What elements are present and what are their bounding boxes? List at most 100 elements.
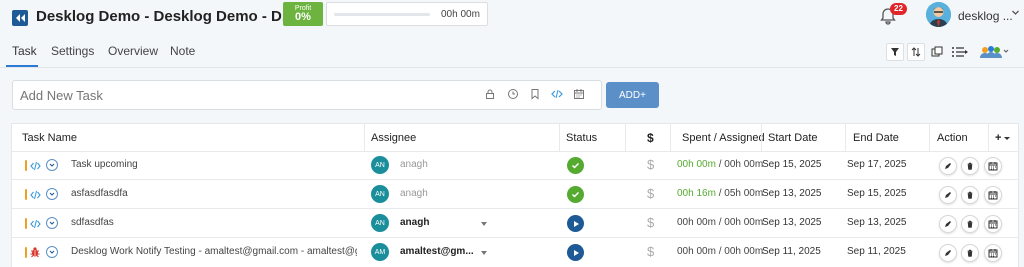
start-date[interactable]: Sep 13, 2025 xyxy=(762,188,822,199)
billable-dollar[interactable]: $ xyxy=(647,157,654,172)
edit-icon xyxy=(945,192,951,198)
copy-button[interactable] xyxy=(928,43,946,61)
spent-assigned: 00h 16m / 05h 00m xyxy=(677,188,764,199)
time-spent: 00h 00m xyxy=(677,159,716,170)
tab-settings[interactable]: Settings xyxy=(51,44,94,64)
schedule-button[interactable] xyxy=(984,157,1002,175)
add-column-button[interactable]: + xyxy=(995,123,1011,152)
delete-icon xyxy=(967,162,973,170)
assignee-name[interactable]: anagh xyxy=(400,188,428,199)
user-name[interactable]: desklog ... xyxy=(958,9,1013,23)
avatar[interactable] xyxy=(926,2,951,27)
sort-icon xyxy=(911,47,921,57)
add-task-button[interactable]: ADD+ xyxy=(606,82,659,108)
status-start-button[interactable] xyxy=(567,244,584,261)
edit-icon xyxy=(945,250,951,256)
table-row[interactable]: sdfasdfas AN anagh $00h 00m / 00h 00m Sep 13… xyxy=(0,209,1024,238)
end-date[interactable]: Sep 15, 2025 xyxy=(847,188,907,199)
tab-note[interactable]: Note xyxy=(170,44,195,64)
calendar-icon[interactable] xyxy=(573,88,585,100)
table-row[interactable]: asfasdfasdfa AN anagh $00h 16m / 05h 00m Sep… xyxy=(0,180,1024,209)
add-task-input[interactable] xyxy=(14,82,474,108)
end-date[interactable]: Sep 11, 2025 xyxy=(847,246,906,257)
priority-marker xyxy=(25,189,27,200)
play-icon xyxy=(573,220,579,227)
status-completed[interactable] xyxy=(567,157,584,174)
profit-value: 0% xyxy=(295,11,311,23)
billable-dollar[interactable]: $ xyxy=(647,215,654,230)
time-assigned: 05h 00m xyxy=(724,188,764,199)
edit-button[interactable] xyxy=(939,215,957,233)
delete-button[interactable] xyxy=(961,157,979,175)
filter-button[interactable] xyxy=(886,43,904,61)
clock-icon[interactable] xyxy=(507,88,519,100)
end-date[interactable]: Sep 13, 2025 xyxy=(847,217,907,228)
start-date[interactable]: Sep 13, 2025 xyxy=(762,217,822,228)
sort-button[interactable] xyxy=(907,43,925,61)
tab-overview[interactable]: Overview xyxy=(108,44,158,64)
col-start-date: Start Date xyxy=(768,131,818,144)
edit-button[interactable] xyxy=(939,186,957,204)
status-completed[interactable] xyxy=(567,186,584,203)
schedule-button[interactable] xyxy=(984,215,1002,233)
schedule-button[interactable] xyxy=(984,186,1002,204)
edit-button[interactable] xyxy=(939,244,957,262)
chevron-down-icon xyxy=(49,250,55,254)
spent-assigned: 00h 00m / 00h 00m xyxy=(677,217,764,228)
task-name[interactable]: asfasdfasdfa xyxy=(71,188,357,199)
edit-button[interactable] xyxy=(939,157,957,175)
expand-subtasks-button[interactable] xyxy=(46,217,58,229)
col-separator xyxy=(625,123,626,152)
start-date[interactable]: Sep 11, 2025 xyxy=(762,246,821,257)
edit-icon xyxy=(945,221,951,227)
code-icon xyxy=(30,218,41,229)
assignee-name[interactable]: anagh xyxy=(400,217,429,228)
filter-icon xyxy=(891,48,899,56)
col-separator xyxy=(670,123,671,152)
avatar-person-icon xyxy=(926,2,951,27)
table-row[interactable]: Desklog Work Notify Testing - amaltest@g… xyxy=(0,238,1024,267)
delete-button[interactable] xyxy=(961,186,979,204)
add-column-label: + xyxy=(995,131,1002,144)
bookmark-icon[interactable] xyxy=(529,88,541,100)
task-name[interactable]: Task upcoming xyxy=(71,159,357,170)
task-name[interactable]: Desklog Work Notify Testing - amaltest@g… xyxy=(71,246,357,257)
table-row[interactable]: Task upcoming AN anagh $00h 00m / 00h 00m Se… xyxy=(0,151,1024,180)
expand-subtasks-button[interactable] xyxy=(46,159,58,171)
time-assigned: 00h 00m xyxy=(724,217,764,228)
billable-dollar[interactable]: $ xyxy=(647,186,654,201)
end-date[interactable]: Sep 17, 2025 xyxy=(847,159,907,170)
list-view-button[interactable] xyxy=(949,43,971,61)
time-spent: 00h 16m xyxy=(677,188,716,199)
start-date[interactable]: Sep 15, 2025 xyxy=(762,159,822,170)
schedule-icon xyxy=(988,162,998,171)
col-separator xyxy=(845,123,846,152)
task-name[interactable]: sdfasdfas xyxy=(71,217,357,228)
chevron-down-icon[interactable] xyxy=(1011,7,1020,19)
tab-task[interactable]: Task xyxy=(12,44,37,64)
assignee-dropdown-caret[interactable] xyxy=(481,222,487,226)
assignee-name[interactable]: amaltest@gm... xyxy=(400,246,474,257)
assignee-dropdown-caret[interactable] xyxy=(481,251,487,255)
priority-marker xyxy=(25,218,27,229)
back-button[interactable] xyxy=(12,10,28,26)
status-start-button[interactable] xyxy=(567,215,584,232)
assignee-name[interactable]: anagh xyxy=(400,159,428,170)
copy-icon xyxy=(931,46,943,57)
list-icon xyxy=(952,47,968,57)
lock-icon[interactable] xyxy=(484,88,496,100)
delete-button[interactable] xyxy=(961,244,979,262)
profit-badge: Profit 0% xyxy=(283,2,323,26)
expand-subtasks-button[interactable] xyxy=(46,188,58,200)
delete-button[interactable] xyxy=(961,215,979,233)
play-icon xyxy=(573,249,579,256)
delete-icon xyxy=(967,220,973,228)
team-filter-button[interactable] xyxy=(978,43,1010,61)
code-icon[interactable] xyxy=(551,88,563,100)
expand-subtasks-button[interactable] xyxy=(46,246,58,258)
bug-icon xyxy=(29,246,41,258)
schedule-button[interactable] xyxy=(984,244,1002,262)
schedule-icon xyxy=(988,249,998,258)
billable-dollar[interactable]: $ xyxy=(647,244,654,259)
code-icon xyxy=(30,189,41,200)
